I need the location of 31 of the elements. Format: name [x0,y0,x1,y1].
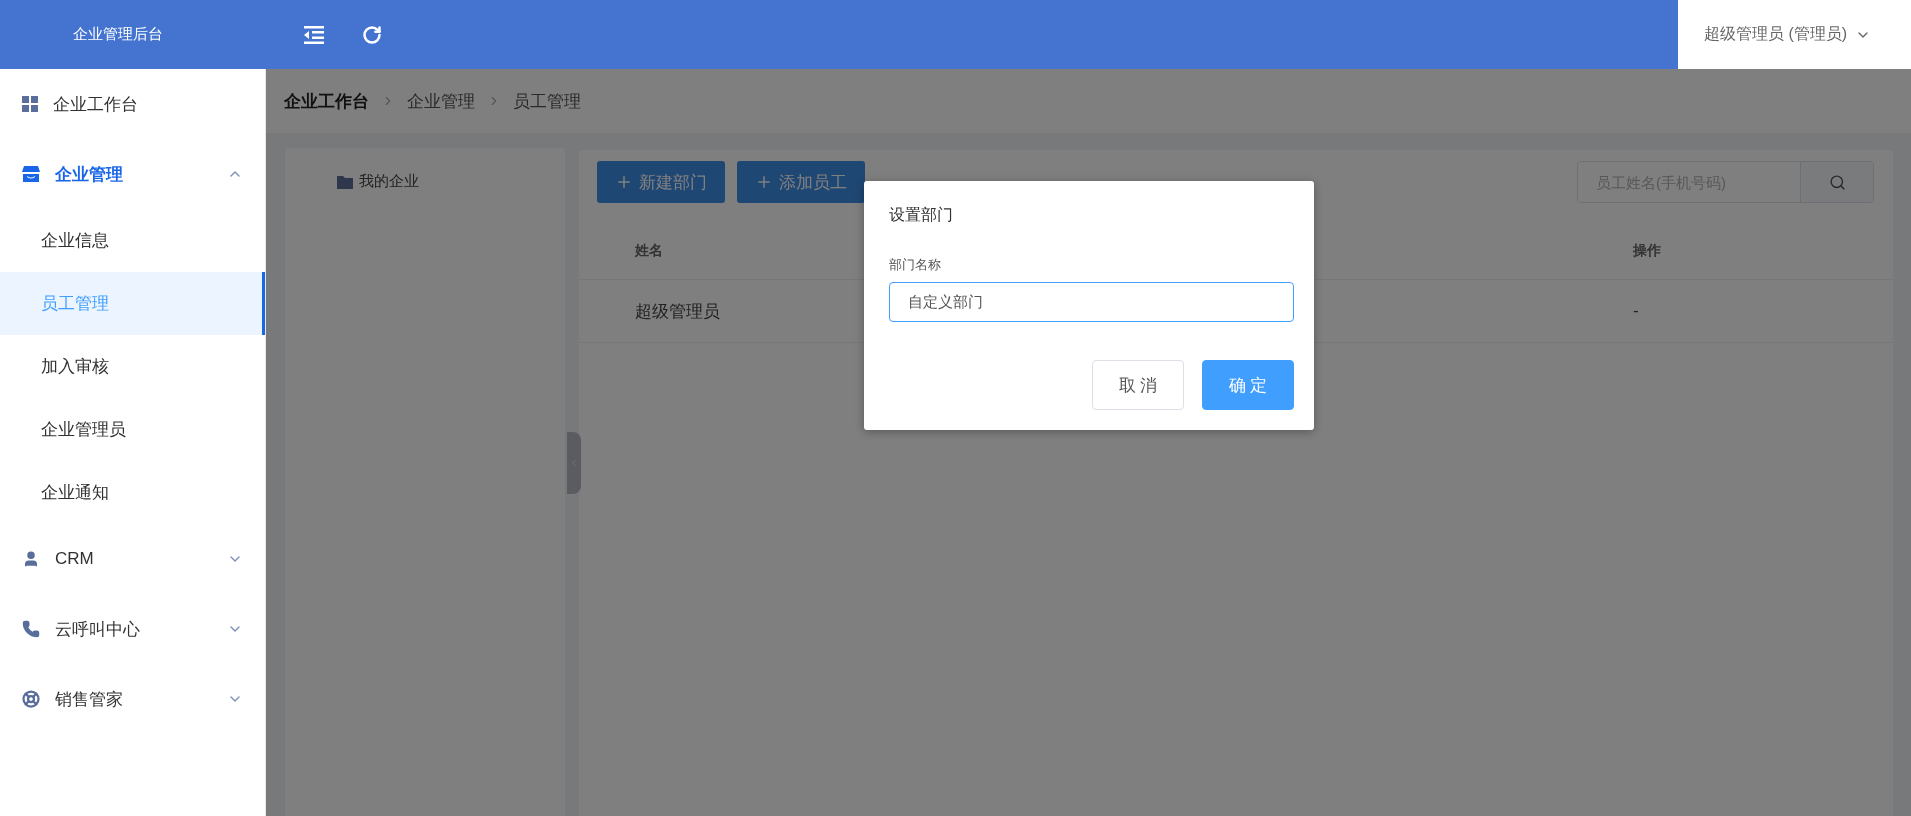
plus-icon [615,173,633,191]
lifebuoy-icon [22,690,40,708]
user-menu[interactable]: 超级管理员 (管理员) [1678,0,1911,69]
table-cell-text: 超级管理员 [634,300,720,323]
app-title: 企业管理后台 [72,25,164,44]
column-header: 操作 [1633,242,1662,260]
breadcrumb-item[interactable]: 企业管理 [407,89,475,113]
search-icon [1828,173,1846,191]
grid-icon [22,96,38,112]
breadcrumb-item[interactable]: 企业工作台 [284,89,369,113]
sidebar-item[interactable]: 云呼叫中心 [0,594,265,664]
table-cell-text: - [1633,301,1640,321]
input-field[interactable]: 自定义部门 [889,282,1294,322]
field-label: 部门名称 [889,256,942,274]
person-icon [22,550,40,568]
store-icon [22,166,40,182]
plus-icon [755,173,773,191]
collapse-handle[interactable] [567,432,581,494]
sidebar-item[interactable]: 企业管理 [0,139,265,209]
sidebar-item[interactable]: 企业工作台 [0,69,265,139]
phone-icon [22,620,40,638]
column-header: 姓名 [634,242,663,260]
cancel-button[interactable]: 取 消 [1092,360,1184,410]
indent-decrease-icon[interactable] [304,25,324,44]
folder-icon [337,174,353,189]
sidebar-item[interactable]: CRM [0,524,265,594]
sidebar-item[interactable]: 销售管家 [0,664,265,734]
refresh-icon[interactable] [362,24,382,45]
tree-node[interactable]: 我的企业 [359,172,419,191]
breadcrumb-item: 员工管理 [513,90,581,113]
dialog-title: 设置部门 [889,205,954,225]
